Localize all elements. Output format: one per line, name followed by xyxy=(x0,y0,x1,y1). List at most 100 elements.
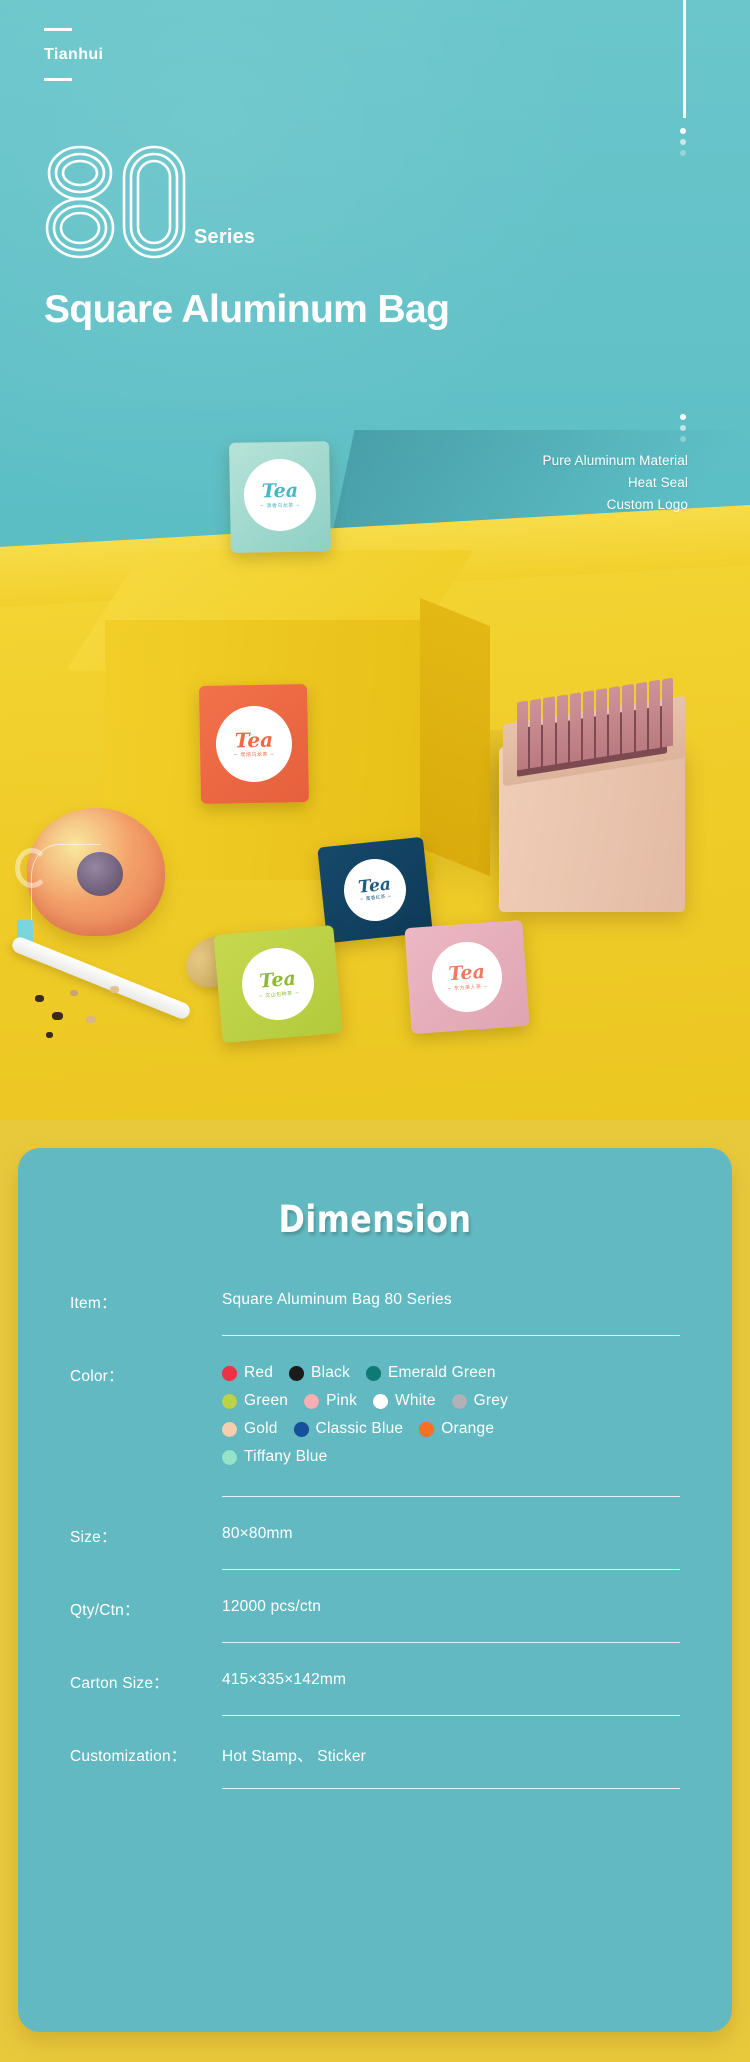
swatch-label: Black xyxy=(311,1364,350,1381)
swatch-label: Gold xyxy=(244,1420,278,1437)
feature-item: Custom Logo xyxy=(606,496,688,512)
swatch-label: Pink xyxy=(326,1392,358,1409)
spec-key: Size： xyxy=(70,1529,117,1546)
feature-item: Heat Seal xyxy=(627,474,688,490)
divider xyxy=(222,1642,680,1643)
color-swatch: Green xyxy=(222,1392,288,1410)
color-swatch: Grey xyxy=(451,1392,509,1410)
list-item: Tea ~ 东方美人茶 ~ xyxy=(404,920,530,1034)
spec-key: Color： xyxy=(70,1368,124,1385)
spec-value: 80×80mm xyxy=(222,1525,293,1542)
swatch-dot-icon xyxy=(365,1365,381,1381)
divider xyxy=(222,1496,680,1497)
product-detail-page: Tea ~ 清香乌龙茶 ~ Tea ~ 炭焙乌龙茶 ~ Tea ~ 蜜香红茶 ~ xyxy=(0,0,750,2062)
packet-label: Tea ~ 东方美人茶 ~ xyxy=(429,939,505,1015)
packet-tea-text: Tea xyxy=(258,966,297,993)
dimension-card: Dimension Item： Square Aluminum Bag 80 S… xyxy=(18,1148,732,2032)
packet-sub-text: ~ 炭焙乌龙茶 ~ xyxy=(233,751,275,759)
pedestal-side xyxy=(420,597,490,877)
swatch-dot-icon xyxy=(304,1393,320,1409)
table-row: Size： 80×80mm xyxy=(70,1523,680,1569)
swatch-dot-icon xyxy=(373,1393,389,1409)
spec-key: Item： xyxy=(70,1295,117,1312)
spec-key: Carton Size： xyxy=(70,1675,169,1692)
color-swatch: Classic Blue xyxy=(293,1420,404,1438)
table-row: Item： Square Aluminum Bag 80 Series xyxy=(70,1289,680,1335)
swatch-dot-icon xyxy=(222,1449,237,1465)
hero-section: Tea ~ 清香乌龙茶 ~ Tea ~ 炭焙乌龙茶 ~ Tea ~ 蜜香红茶 ~ xyxy=(0,0,750,1120)
color-swatch: Black xyxy=(289,1364,350,1382)
color-swatch: Emerald Green xyxy=(365,1364,496,1382)
swatch-label: Emerald Green xyxy=(387,1364,496,1381)
list-item: Tea ~ 炭焙乌龙茶 ~ xyxy=(198,684,310,804)
swatch-label: Grey xyxy=(473,1392,509,1409)
swatch-dot-icon xyxy=(451,1393,467,1409)
spec-value: 12000 pcs/ctn xyxy=(222,1598,322,1615)
table-row: Carton Size： 415×335×142mm xyxy=(70,1669,680,1715)
packet-tea-text: Tea xyxy=(234,727,274,753)
packet-label: Tea ~ 炭焙乌龙茶 ~ xyxy=(215,705,293,783)
spec-value: Hot Stamp、 Sticker xyxy=(222,1748,367,1765)
series-label: Series xyxy=(194,226,256,248)
swatch-dot-icon xyxy=(222,1365,237,1381)
packet-label: Tea ~ 清香乌龙茶 ~ xyxy=(243,458,317,532)
packet-sub-text: ~ 文山包种茶 ~ xyxy=(258,989,300,1000)
color-swatch-list: Red Black Emerald Green Green Pink White… xyxy=(222,1364,522,1466)
tea-string xyxy=(31,844,101,924)
dot-accent-icon xyxy=(680,414,686,442)
feature-list: Pure Aluminum Material Heat Seal Custom … xyxy=(542,450,688,516)
swatch-dot-icon xyxy=(293,1421,309,1437)
brand-name: Tianhui xyxy=(44,46,104,63)
packet-sub-text: ~ 东方美人茶 ~ xyxy=(447,983,489,992)
packet-label: Tea ~ 蜜香红茶 ~ xyxy=(340,855,410,925)
table-row: Color： Red Black Emerald Green Green Pin… xyxy=(70,1362,680,1480)
glass-cup xyxy=(15,800,175,950)
spec-key: Qty/Ctn： xyxy=(70,1602,140,1619)
color-swatch: Pink xyxy=(304,1392,357,1410)
color-swatch: Red xyxy=(222,1364,273,1382)
color-swatch: White xyxy=(373,1392,436,1410)
brand-rule-top xyxy=(44,28,72,31)
color-swatch: Gold xyxy=(222,1420,278,1438)
spec-key: Customization： xyxy=(70,1748,187,1765)
swatch-label: Orange xyxy=(441,1420,495,1437)
divider xyxy=(222,1715,680,1716)
page-title: Square Aluminum Bag xyxy=(44,288,450,331)
color-swatch: Orange xyxy=(419,1420,494,1438)
divider xyxy=(222,1569,680,1570)
dot-accent-icon xyxy=(680,128,686,156)
packet-label: Tea ~ 文山包种茶 ~ xyxy=(238,944,318,1024)
swatch-label: White xyxy=(395,1392,436,1409)
dimension-title: Dimension xyxy=(278,1198,472,1241)
swatch-label: Green xyxy=(244,1392,289,1409)
packet-sub-text: ~ 蜜香红茶 ~ xyxy=(359,894,393,903)
divider xyxy=(222,1788,680,1789)
swatch-dot-icon xyxy=(222,1421,237,1437)
packet-tea-text: Tea xyxy=(447,960,486,985)
swatch-label: Red xyxy=(244,1364,274,1381)
swatch-label: Tiffany Blue xyxy=(244,1448,328,1465)
vertical-rule xyxy=(683,0,686,118)
series-number-block: Series xyxy=(38,142,255,267)
spec-value: Square Aluminum Bag 80 Series xyxy=(222,1291,452,1308)
color-swatch: Tiffany Blue xyxy=(222,1448,327,1466)
divider xyxy=(222,1335,680,1336)
swatch-dot-icon xyxy=(222,1393,237,1409)
dispenser-box xyxy=(495,677,695,915)
list-item: Tea ~ 文山包种茶 ~ xyxy=(213,924,343,1044)
packet-sub-text: ~ 清香乌龙茶 ~ xyxy=(259,502,301,509)
swatch-label: Classic Blue xyxy=(315,1420,404,1437)
feature-item: Pure Aluminum Material xyxy=(542,453,688,468)
swatch-dot-icon xyxy=(289,1365,305,1381)
product-photo: Tea ~ 清香乌龙茶 ~ Tea ~ 炭焙乌龙茶 ~ Tea ~ 蜜香红茶 ~ xyxy=(0,430,750,1120)
list-item: Tea ~ 清香乌龙茶 ~ xyxy=(229,441,331,553)
spec-value: 415×335×142mm xyxy=(222,1671,347,1688)
swatch-dot-icon xyxy=(419,1421,435,1437)
series-number-80-icon xyxy=(38,142,188,267)
table-row: Qty/Ctn： 12000 pcs/ctn xyxy=(70,1596,680,1642)
spec-table: Item： Square Aluminum Bag 80 Series Colo… xyxy=(70,1289,680,1789)
packet-tea-text: Tea xyxy=(261,479,299,502)
brand-block: Tianhui xyxy=(44,28,103,81)
table-row: Customization： Hot Stamp、 Sticker xyxy=(70,1742,680,1788)
brand-rule-bottom xyxy=(44,78,72,81)
